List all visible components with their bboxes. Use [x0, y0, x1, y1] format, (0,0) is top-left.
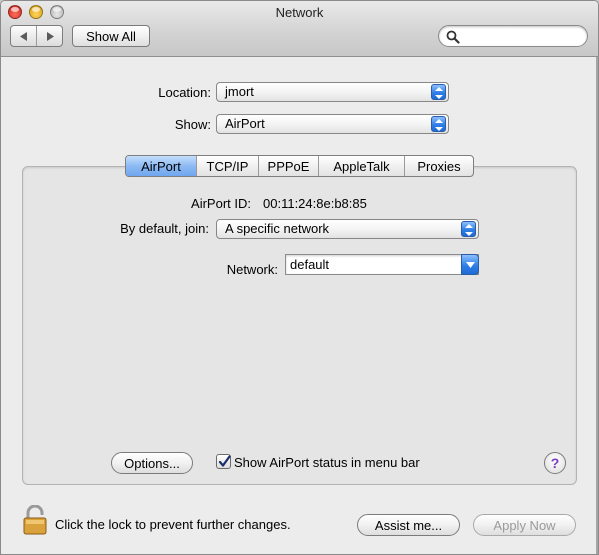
network-preferences-window: Network Show All Location: jmort Show: A…: [0, 0, 599, 555]
tab-pppoe[interactable]: PPPoE: [258, 156, 318, 176]
settings-tab-bar: AirPort TCP/IP PPPoE AppleTalk Proxies: [125, 155, 474, 177]
airport-status-checkbox[interactable]: [216, 454, 231, 469]
chevron-down-icon: [466, 262, 475, 268]
airport-id-value: 00:11:24:8e:b8:85: [263, 196, 367, 211]
options-button[interactable]: Options...: [111, 452, 193, 474]
tab-tcpip[interactable]: TCP/IP: [196, 156, 258, 176]
network-value: default: [290, 257, 330, 272]
airport-tab-panel: [22, 166, 577, 485]
join-label: By default, join:: [120, 221, 209, 236]
join-popup[interactable]: A specific network: [216, 219, 479, 239]
airport-status-label[interactable]: Show AirPort status in menu bar: [234, 455, 420, 470]
forward-button[interactable]: [36, 26, 62, 46]
help-button[interactable]: ?: [544, 452, 566, 474]
combo-dropdown-button[interactable]: [461, 254, 479, 275]
title-toolbar: Network Show All: [1, 1, 598, 57]
network-combo-box[interactable]: default: [285, 254, 479, 275]
back-button[interactable]: [11, 26, 36, 46]
show-label: Show:: [174, 117, 211, 132]
search-field[interactable]: [438, 25, 588, 47]
window-edge: [596, 57, 598, 554]
back-forward-control: [10, 25, 63, 47]
triangle-right-icon: [46, 31, 54, 41]
join-value: A specific network: [225, 221, 330, 236]
popup-arrows-icon: [431, 116, 446, 132]
location-label: Location:: [158, 85, 211, 100]
lock-message: Click the lock to prevent further change…: [55, 517, 291, 532]
popup-arrows-icon: [431, 84, 446, 100]
assist-me-button[interactable]: Assist me...: [357, 514, 460, 536]
location-popup[interactable]: jmort: [216, 82, 449, 102]
show-all-button[interactable]: Show All: [72, 25, 150, 47]
checkmark-icon: [218, 455, 231, 467]
airport-id-label: AirPort ID:: [191, 196, 251, 211]
triangle-left-icon: [19, 31, 27, 41]
show-value: AirPort: [225, 116, 265, 131]
popup-arrows-icon: [461, 221, 476, 237]
apply-now-button[interactable]: Apply Now: [473, 514, 576, 536]
tab-airport[interactable]: AirPort: [126, 156, 196, 176]
tab-proxies[interactable]: Proxies: [404, 156, 473, 176]
location-value: jmort: [225, 84, 254, 99]
search-icon: [446, 30, 460, 44]
lock-icon[interactable]: [22, 505, 48, 535]
tab-appletalk[interactable]: AppleTalk: [318, 156, 404, 176]
network-label: Network:: [226, 262, 278, 277]
show-popup[interactable]: AirPort: [216, 114, 449, 134]
window-title: Network: [275, 5, 324, 20]
